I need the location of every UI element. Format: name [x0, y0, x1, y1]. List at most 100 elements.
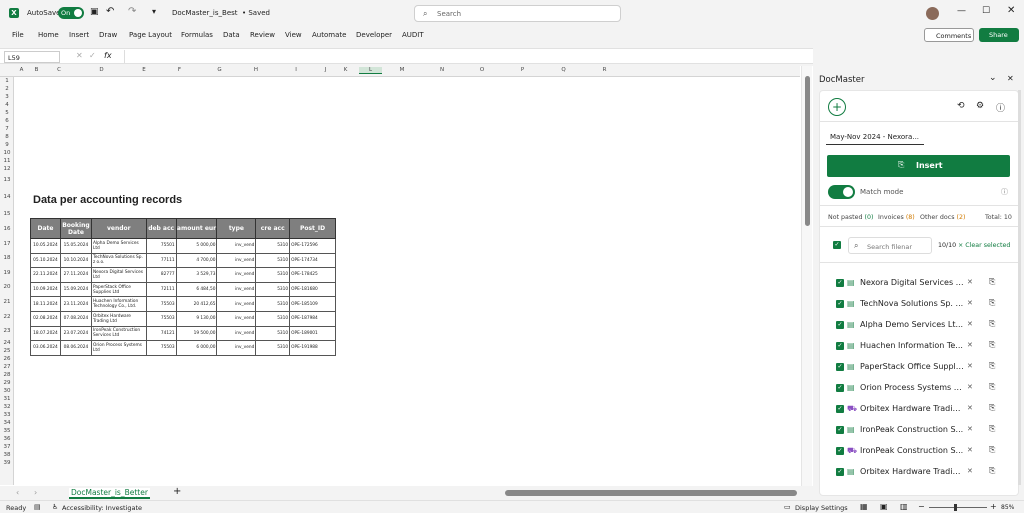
- document-checkbox[interactable]: ✓: [836, 279, 844, 287]
- menu-review[interactable]: Review: [250, 31, 275, 39]
- document-name[interactable]: Orbitex Hardware Tradin...: [860, 467, 964, 476]
- row-header-7[interactable]: 7: [0, 126, 14, 132]
- copy-icon[interactable]: ⎘: [989, 298, 995, 308]
- remove-icon[interactable]: ✕: [967, 299, 973, 307]
- panel-scrollbar[interactable]: [1018, 90, 1021, 485]
- sheet-stats-icon[interactable]: ▤: [34, 503, 41, 511]
- document-checkbox[interactable]: ✓: [836, 447, 844, 455]
- table-cell[interactable]: Alpha Demo Services Ltd: [90, 238, 147, 254]
- table-cell[interactable]: 3 529,73: [175, 267, 218, 283]
- document-checkbox[interactable]: ✓: [836, 321, 844, 329]
- document-list-item[interactable]: ✓ ▤ Nexora Digital Services L... ✕ ⎘: [836, 276, 1016, 290]
- table-cell[interactable]: 9 130,00: [175, 310, 218, 327]
- column-header-j[interactable]: J: [319, 67, 332, 73]
- row-header-22[interactable]: 22: [0, 314, 14, 320]
- document-list-item[interactable]: ✓ ▤ TechNova Solutions Sp. ... ✕ ⎘: [836, 297, 1016, 311]
- document-checkbox[interactable]: ✓: [836, 426, 844, 434]
- table-cell[interactable]: inv_vend: [216, 238, 257, 254]
- table-cell[interactable]: 75501: [145, 238, 177, 254]
- document-name[interactable]: PaperStack Office Suppli...: [860, 362, 964, 371]
- menu-formulas[interactable]: Formulas: [181, 31, 213, 39]
- table-cell[interactable]: OPE-189001: [289, 325, 336, 342]
- table-cell[interactable]: 77111: [145, 252, 177, 269]
- match-mode-info-icon[interactable]: ⓘ: [1001, 187, 1008, 197]
- document-name[interactable]: Nexora Digital Services L...: [860, 278, 964, 287]
- minimize-icon[interactable]: —: [957, 6, 966, 16]
- remove-icon[interactable]: ✕: [967, 341, 973, 349]
- comments-button[interactable]: Comments: [924, 28, 974, 42]
- document-name[interactable]: Orion Process Systems L...: [860, 383, 964, 392]
- table-cell[interactable]: 5310: [255, 296, 291, 312]
- table-cell[interactable]: OPE-172596: [289, 238, 336, 254]
- table-cell[interactable]: 27.11.2024: [59, 267, 92, 283]
- panel-collapse-icon[interactable]: ⌄: [989, 73, 997, 83]
- row-header-34[interactable]: 34: [0, 420, 14, 426]
- table-cell[interactable]: 10.09.2024: [30, 281, 61, 298]
- document-list-item[interactable]: ✓ ▤ Orion Process Systems L... ✕ ⎘: [836, 381, 1016, 395]
- copy-icon[interactable]: ⎘: [989, 319, 995, 329]
- document-search-input[interactable]: ⌕ Search filenar: [848, 237, 932, 254]
- table-cell[interactable]: 15.05.2024: [59, 238, 92, 254]
- row-header-12[interactable]: 12: [0, 166, 14, 172]
- table-cell[interactable]: inv_vend: [216, 252, 257, 269]
- column-header-o[interactable]: O: [462, 67, 502, 73]
- add-sheet-button[interactable]: +: [173, 486, 181, 497]
- column-header-c[interactable]: C: [44, 67, 74, 73]
- clear-selected-button[interactable]: × Clear selected: [958, 242, 1010, 249]
- zoom-out-icon[interactable]: −: [918, 502, 925, 511]
- row-header-33[interactable]: 33: [0, 412, 14, 418]
- filter-invoices[interactable]: Invoices (8): [878, 214, 915, 221]
- copy-icon[interactable]: ⎘: [989, 466, 995, 476]
- remove-icon[interactable]: ✕: [967, 278, 973, 286]
- document-list-item[interactable]: ✓ ▤ Huachen Information Te... ✕ ⎘: [836, 339, 1016, 353]
- table-cell[interactable]: 18.07.2024: [30, 325, 61, 342]
- row-header-18[interactable]: 18: [0, 255, 14, 261]
- status-accessibility[interactable]: Accessibility: Investigate: [62, 504, 142, 512]
- table-cell[interactable]: 82777: [145, 267, 177, 283]
- header-date[interactable]: Date: [30, 218, 61, 239]
- table-cell[interactable]: 18.11.2024: [30, 296, 61, 312]
- row-header-20[interactable]: 20: [0, 284, 14, 290]
- remove-icon[interactable]: ✕: [967, 320, 973, 328]
- document-title[interactable]: DocMaster_is_Best: [172, 9, 238, 17]
- row-header-6[interactable]: 6: [0, 118, 14, 124]
- table-cell[interactable]: 5310: [255, 238, 291, 254]
- table-cell[interactable]: 72111: [145, 281, 177, 298]
- row-header-10[interactable]: 10: [0, 150, 14, 156]
- column-header-h[interactable]: H: [239, 67, 273, 73]
- table-cell[interactable]: inv_vend: [216, 325, 257, 342]
- remove-icon[interactable]: ✕: [967, 404, 973, 412]
- table-cell[interactable]: inv_vend: [216, 296, 257, 312]
- remove-icon[interactable]: ✕: [967, 446, 973, 454]
- panel-close-icon[interactable]: ✕: [1007, 74, 1014, 83]
- table-cell[interactable]: OPE-181680: [289, 281, 336, 298]
- menu-data[interactable]: Data: [223, 31, 240, 39]
- document-checkbox[interactable]: ✓: [836, 405, 844, 413]
- table-cell[interactable]: IronPeak Construction Services Ltd: [90, 325, 147, 342]
- vertical-scroll-thumb[interactable]: [805, 76, 810, 226]
- table-cell[interactable]: OPE-185109: [289, 296, 336, 312]
- row-header-16[interactable]: 16: [0, 226, 14, 232]
- document-name[interactable]: IronPeak Construction S...: [860, 446, 964, 455]
- row-header-24[interactable]: 24: [0, 340, 14, 346]
- column-header-d[interactable]: D: [74, 67, 129, 73]
- header-type[interactable]: type: [216, 218, 257, 239]
- table-cell[interactable]: OPE-187984: [289, 310, 336, 327]
- search-box[interactable]: ⌕ Search: [414, 5, 621, 22]
- row-header-14[interactable]: 14: [0, 194, 14, 200]
- table-cell[interactable]: inv_vend: [216, 310, 257, 327]
- row-header-25[interactable]: 25: [0, 348, 14, 354]
- menu-audit[interactable]: AUDIT: [402, 31, 424, 39]
- document-name[interactable]: IronPeak Construction S...: [860, 425, 964, 434]
- header-vendor[interactable]: vendor: [90, 218, 147, 239]
- row-header-21[interactable]: 21: [0, 299, 14, 305]
- prev-sheet-icon[interactable]: ‹: [16, 488, 19, 497]
- menu-developer[interactable]: Developer: [356, 31, 392, 39]
- customize-toolbar-icon[interactable]: ▾: [152, 7, 156, 16]
- filter-other-docs[interactable]: Other docs (2): [920, 214, 965, 221]
- row-header-17[interactable]: 17: [0, 241, 14, 247]
- column-header-f[interactable]: F: [159, 67, 200, 73]
- table-cell[interactable]: 5310: [255, 281, 291, 298]
- copy-icon[interactable]: ⎘: [989, 445, 995, 455]
- column-header-a[interactable]: A: [14, 67, 29, 73]
